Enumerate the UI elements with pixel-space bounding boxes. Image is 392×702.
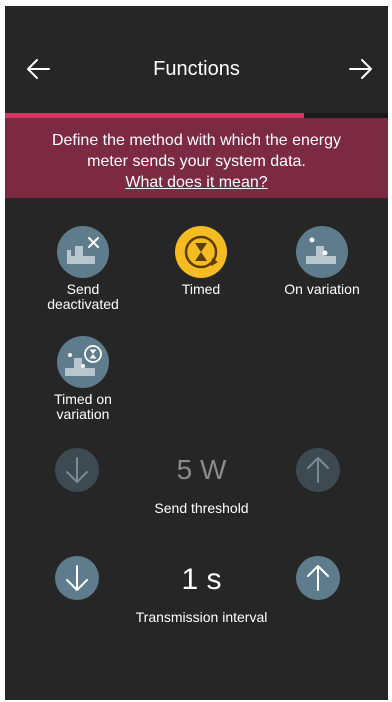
arrow-up-icon bbox=[307, 565, 329, 591]
mode-label: Timed bbox=[146, 282, 256, 297]
threshold-label: Send threshold bbox=[154, 500, 249, 516]
mode-label: Timed on variation bbox=[28, 392, 138, 422]
variation-icon bbox=[296, 226, 348, 278]
interval-label: Transmission interval bbox=[135, 609, 268, 625]
mode-label-line1: Timed on bbox=[54, 391, 112, 407]
timed-variation-icon bbox=[57, 336, 109, 388]
mode-label-line1: Timed bbox=[181, 281, 221, 297]
banner-text-line2: meter sends your system data. bbox=[87, 153, 306, 170]
banner-text-line1: Define the method with which the energy bbox=[51, 132, 342, 149]
mode-label-line2: deactivated bbox=[47, 296, 119, 312]
info-banner: Define the method with which the energy … bbox=[5, 118, 388, 198]
arrow-down-icon bbox=[66, 565, 88, 591]
page-title: Functions bbox=[153, 58, 240, 80]
threshold-value: 5 W bbox=[176, 454, 227, 485]
interval-increase-button[interactable] bbox=[296, 556, 340, 600]
arrow-up-icon bbox=[307, 457, 329, 483]
mode-timed-on-variation[interactable]: Timed on variation bbox=[28, 336, 138, 422]
mode-on-variation[interactable]: On variation bbox=[267, 226, 377, 297]
mode-label-line2: variation bbox=[56, 406, 110, 422]
threshold-increase-button[interactable] bbox=[296, 448, 340, 492]
forward-button[interactable] bbox=[344, 52, 378, 86]
mode-label-line1: Send bbox=[66, 281, 100, 297]
hourglass-icon bbox=[175, 226, 227, 278]
mode-label-line1: On variation bbox=[284, 281, 360, 297]
interval-decrease-button[interactable] bbox=[55, 556, 99, 600]
header: Functions bbox=[5, 6, 388, 113]
arrow-right-icon bbox=[349, 59, 372, 79]
threshold-decrease-button[interactable] bbox=[55, 448, 99, 492]
interval-value: 1 s bbox=[181, 563, 222, 596]
mode-label: Send deactivated bbox=[28, 282, 138, 312]
app-screen: Functions Define the method with which t… bbox=[5, 6, 388, 700]
what-does-it-mean-link[interactable]: What does it mean? bbox=[125, 172, 267, 193]
arrow-down-icon bbox=[66, 457, 88, 483]
send-deactivated-icon bbox=[57, 226, 109, 278]
mode-send-deactivated[interactable]: Send deactivated bbox=[28, 226, 138, 312]
mode-label: On variation bbox=[267, 282, 377, 297]
mode-timed[interactable]: Timed bbox=[146, 226, 256, 297]
